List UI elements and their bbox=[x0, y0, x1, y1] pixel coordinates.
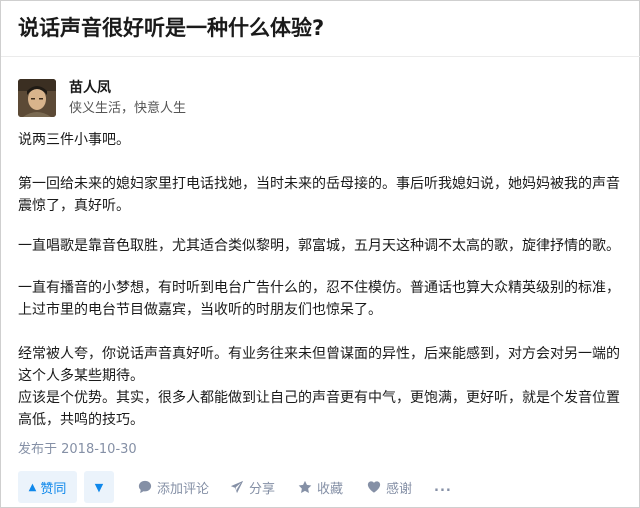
comment-label: 添加评论 bbox=[157, 481, 210, 497]
vote-up-label: 赞同 bbox=[40, 481, 67, 497]
share-icon bbox=[230, 480, 244, 494]
triangle-down-icon: ▼ bbox=[94, 480, 104, 494]
avatar-image bbox=[18, 79, 56, 117]
answer-line: 上过市里的电台节目做嘉宾，当收听的时朋友们也惊呆了。 bbox=[18, 302, 382, 318]
vote-up-button[interactable]: ▲ 赞同 bbox=[18, 471, 77, 503]
share-button[interactable]: 分享 bbox=[230, 471, 275, 503]
question-header: 说话声音很好听是一种什么体验? bbox=[1, 1, 640, 57]
more-icon: ... bbox=[434, 479, 452, 495]
triangle-up-icon: ▲ bbox=[28, 481, 37, 493]
publish-date[interactable]: 发布于 2018-10-30 bbox=[18, 441, 137, 459]
action-bar: ▲ 赞同 ▼ 添加评论 分享 收藏 感谢 ... bbox=[18, 471, 628, 503]
favorite-label: 收藏 bbox=[317, 481, 344, 497]
heart-icon bbox=[367, 481, 381, 493]
comment-icon bbox=[138, 480, 152, 494]
thanks-label: 感谢 bbox=[386, 481, 413, 497]
answer-line: 说两三件小事吧。 bbox=[18, 132, 130, 148]
question-title[interactable]: 说话声音很好听是一种什么体验? bbox=[18, 13, 324, 43]
star-icon bbox=[298, 480, 312, 493]
author-name[interactable]: 苗人凤 bbox=[69, 79, 111, 97]
vote-down-button[interactable]: ▼ bbox=[84, 471, 114, 503]
author-bio: 侠义生活，快意人生 bbox=[69, 101, 187, 116]
thanks-button[interactable]: 感谢 bbox=[367, 471, 412, 503]
answer-line: 经常被人夸，你说话声音真好听。有业务往来未但曾谋面的异性，后来能感到，对方会对另… bbox=[18, 346, 620, 362]
more-button[interactable]: ... bbox=[434, 471, 452, 503]
avatar[interactable] bbox=[18, 79, 56, 117]
answer-line: 第一回给未来的媳妇家里打电话找她，当时未来的岳母接的。事后听我媳妇说，她妈妈被我… bbox=[18, 176, 620, 192]
answer-line: 这个人多某些期待。 bbox=[18, 368, 144, 384]
favorite-button[interactable]: 收藏 bbox=[298, 471, 343, 503]
answer-line: 震惊了，真好听。 bbox=[18, 198, 130, 214]
answer-line: 一直唱歌是靠音色取胜，尤其适合类似黎明，郭富城，五月天这种调不太高的歌，旋律抒情… bbox=[18, 238, 620, 254]
comment-button[interactable]: 添加评论 bbox=[138, 471, 209, 503]
answer-line: 高低，共鸣的技巧。 bbox=[18, 412, 144, 428]
answer-card: 说话声音很好听是一种什么体验? 苗人凤 侠义生活，快意人生 说两三件小事吧。 第… bbox=[0, 0, 640, 508]
answer-line: 应该是个优势。其实，很多人都能做到让自己的声音更有中气，更饱满，更好听，就是个发… bbox=[18, 390, 620, 406]
share-label: 分享 bbox=[249, 481, 276, 497]
answer-line: 一直有播音的小梦想，有时听到电台广告什么的，忍不住模仿。普通话也算大众精英级别的… bbox=[18, 280, 620, 296]
